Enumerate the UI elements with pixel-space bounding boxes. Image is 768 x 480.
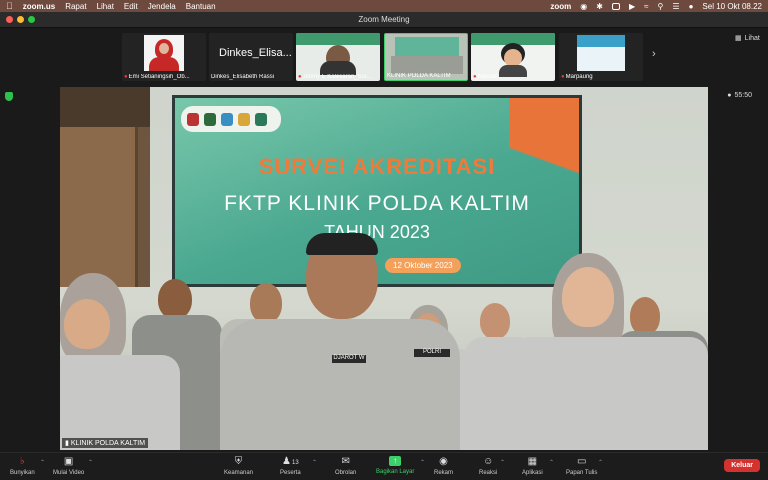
chevron-up-icon[interactable]: ⌃ — [420, 459, 425, 466]
banner-title: SURVEI AKREDITASI — [258, 154, 496, 179]
banner-date: 12 Oktober 2023 — [385, 258, 461, 273]
meeting-toolbar: ♭ Bunyikan ⌃ ▣ Mulai Video ⌃ ⛨ Keamanan … — [0, 452, 768, 480]
participant-name: ● Jimmy E Kalesaran_Sur... — [298, 74, 372, 80]
menu-item-edit[interactable]: Edit — [124, 2, 138, 11]
traffic-lights — [6, 16, 35, 23]
menubar-clock[interactable]: Sel 10 Okt 08.22 — [702, 2, 762, 11]
participant-tile-marpaung[interactable]: ● Marpaung — [559, 33, 643, 81]
participant-strip: ● Emi Setianingsih_Ob... Dinkes_Elisa... … — [0, 28, 768, 84]
unmute-button[interactable]: ♭ Bunyikan — [10, 456, 35, 476]
bluetooth-icon[interactable]: ✱ — [596, 2, 603, 11]
grid-icon: ▦ — [735, 35, 742, 42]
security-button[interactable]: ⛨ Keamanan — [224, 456, 253, 476]
speaker-name-plate: DJAROT W — [332, 355, 366, 363]
mic-muted-icon: ● — [298, 74, 302, 80]
mic-muted-icon: ♭ — [19, 456, 25, 467]
banner-logos — [181, 106, 281, 132]
chat-button[interactable]: ✉ Obrolan — [335, 456, 356, 476]
view-button[interactable]: ▦ Lihat — [735, 34, 760, 43]
menu-app-name[interactable]: zoom.us — [23, 2, 55, 11]
whiteboard-button[interactable]: ▭ Papan Tulis — [566, 456, 597, 476]
reaction-icon: ☺ — [483, 456, 494, 467]
active-speaker-video[interactable]: SURVEI AKREDITASI FKTP KLINIK POLDA KALT… — [60, 87, 708, 450]
participant-tile-dinkes[interactable]: Dinkes_Elisa... Dinkes_Elisabeth Rassi — [209, 33, 293, 81]
main-video-area: ● 55:50 SURVEI AKREDITASI FKTP KLINIK PO… — [0, 84, 768, 452]
battery-icon[interactable] — [611, 2, 620, 10]
leave-button[interactable]: Keluar — [724, 459, 760, 472]
menu-item-lihat[interactable]: Lihat — [97, 2, 114, 11]
meeting-timer: ● 55:50 — [727, 92, 752, 99]
chevron-up-icon[interactable]: ⌃ — [312, 459, 317, 466]
share-screen-icon: ↑ — [389, 456, 402, 466]
control-center-icon[interactable]: ☰ — [672, 2, 679, 11]
whiteboard-icon: ▭ — [576, 456, 587, 467]
menubar-status-area: zoom ◉ ✱ ▶ ≈ ⚲ ☰ ● Sel 10 Okt 08.22 — [550, 2, 762, 11]
menu-item-bantuan[interactable]: Bantuan — [186, 2, 216, 11]
wooden-door — [60, 127, 138, 287]
chevron-right-icon[interactable]: › — [652, 48, 656, 60]
participant-tile-emi[interactable]: ● Emi Setianingsih_Ob... — [122, 33, 206, 81]
window-title: Zoom Meeting — [358, 15, 410, 24]
participant-name: ● Emi Setianingsih_Ob... — [124, 74, 190, 80]
participant-tile-klinik[interactable]: KLINIK POLDA KALTIM — [384, 33, 468, 81]
chevron-up-icon[interactable]: ⌃ — [500, 459, 505, 466]
reactions-button[interactable]: ☺ Reaksi — [479, 456, 497, 476]
chat-icon: ✉ — [341, 456, 350, 467]
chevron-up-icon[interactable]: ⌃ — [40, 459, 45, 466]
chevron-up-icon[interactable]: ⌃ — [88, 459, 93, 466]
banner-year: TAHUN 2023 — [324, 222, 430, 242]
banner-subtitle: FKTP KLINIK POLDA KALTIM — [224, 192, 530, 215]
accreditation-banner: SURVEI AKREDITASI FKTP KLINIK POLDA KALT… — [172, 95, 582, 287]
apple-icon[interactable]:  — [6, 1, 13, 11]
wifi-icon[interactable]: ≈ — [644, 2, 648, 11]
record-button[interactable]: ◉ Rekam — [434, 456, 453, 476]
close-window-button[interactable] — [6, 16, 13, 23]
start-video-button[interactable]: ▣ Mulai Video — [53, 456, 84, 476]
participant-name: Dinkes_Elisabeth Rassi — [211, 74, 275, 80]
record-icon: ◉ — [439, 456, 448, 467]
timer-icon: ● — [727, 92, 732, 99]
participant-big-name: Dinkes_Elisa... — [219, 47, 292, 59]
participant-name: ● Nandar — [473, 74, 498, 80]
menu-item-jendela[interactable]: Jendela — [148, 2, 176, 11]
chevron-up-icon[interactable]: ⌃ — [549, 459, 554, 466]
mic-muted-icon: ● — [561, 74, 565, 80]
encryption-shield-icon[interactable] — [5, 92, 13, 101]
play-icon[interactable]: ▶ — [629, 2, 635, 11]
zoom-status-logo[interactable]: zoom — [550, 2, 571, 11]
video-off-icon: ▣ — [63, 456, 74, 467]
mic-muted-icon: ● — [473, 74, 477, 80]
zoom-window-button[interactable] — [28, 16, 35, 23]
record-status-icon[interactable]: ◉ — [580, 2, 587, 11]
participants-button[interactable]: ♟13 Peserta — [280, 456, 301, 476]
participant-name: ● Marpaung — [561, 74, 593, 80]
participant-tile-nandar[interactable]: ● Nandar — [471, 33, 555, 81]
menu-item-rapat[interactable]: Rapat — [65, 2, 86, 11]
mic-muted-icon: ● — [124, 74, 128, 80]
apps-icon: ▦ — [527, 456, 538, 467]
speaker-polri-plate: POLRI — [414, 349, 450, 357]
video-name-label: ▮ KLINIK POLDA KALTIM — [62, 438, 149, 448]
minimize-window-button[interactable] — [17, 16, 24, 23]
siri-icon[interactable]: ● — [689, 2, 694, 11]
share-screen-button[interactable]: ↑ Bagikan Layar — [376, 456, 414, 475]
participants-icon: ♟13 — [282, 456, 299, 467]
shield-icon: ⛨ — [234, 456, 243, 467]
participant-name: KLINIK POLDA KALTIM — [387, 73, 451, 79]
window-titlebar: Zoom Meeting — [0, 12, 768, 28]
search-icon[interactable]: ⚲ — [658, 2, 664, 11]
apps-button[interactable]: ▦ Aplikasi — [522, 456, 543, 476]
macos-menubar:  zoom.us Rapat Lihat Edit Jendela Bantu… — [0, 0, 768, 12]
signal-bars-icon: ▮ — [65, 440, 69, 447]
chevron-up-icon[interactable]: ⌃ — [598, 459, 603, 466]
participant-tile-jimmy[interactable]: ● Jimmy E Kalesaran_Sur... — [296, 33, 380, 81]
